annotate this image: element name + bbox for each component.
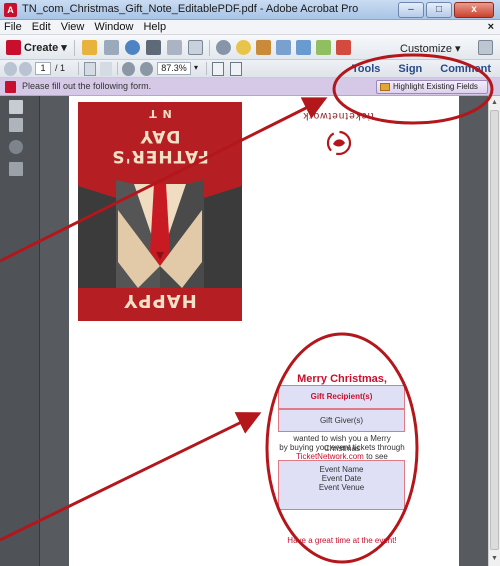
greeting-heading: Merry Christmas, xyxy=(297,373,387,385)
menu-window[interactable]: Window xyxy=(94,21,133,33)
highlight-fields-label: Highlight Existing Fields xyxy=(393,82,478,91)
create-icon xyxy=(6,40,21,55)
minimize-button[interactable]: – xyxy=(398,2,424,18)
help-icon[interactable] xyxy=(336,40,351,55)
closing-message: Have a great time at the event! xyxy=(287,536,397,545)
acrobat-icon: A xyxy=(4,3,17,17)
create-button[interactable]: Create ▾ xyxy=(24,41,67,58)
window-title: TN_com_Christmas_Gift_Note_EditablePDF.p… xyxy=(22,3,359,15)
highlight-fields-icon xyxy=(380,83,390,91)
tab-sign[interactable]: Sign xyxy=(398,63,422,75)
form-bar: Please fill out the following form. High… xyxy=(0,78,500,96)
zoom-out-icon[interactable] xyxy=(122,62,135,76)
page-total: / 1 xyxy=(55,63,66,73)
event-details-field[interactable]: Event Name Event Date Event Venue xyxy=(278,460,405,510)
menu-view[interactable]: View xyxy=(61,21,85,33)
tab-comment[interactable]: Comment xyxy=(440,63,491,75)
ticketnetwork-logo-icon xyxy=(326,130,352,156)
menu-edit[interactable]: Edit xyxy=(32,21,51,33)
form-message: Please fill out the following form. xyxy=(22,81,152,91)
settings-icon[interactable] xyxy=(216,40,231,55)
ticketnetwork-logo-text: ticketnetwork xyxy=(302,110,374,121)
full-screen-icon[interactable] xyxy=(230,62,242,76)
event-name-text: Event Name xyxy=(319,465,364,474)
page-number-input[interactable]: 1 xyxy=(35,62,51,75)
select-tool-icon[interactable] xyxy=(84,62,96,76)
menu-bar: File Edit View Window Help × xyxy=(0,20,500,35)
open-folder-icon[interactable] xyxy=(82,40,97,55)
edit-icon[interactable] xyxy=(167,40,182,55)
save-icon[interactable] xyxy=(104,40,119,55)
scroll-up-icon[interactable]: ▲ xyxy=(489,97,500,108)
customize-label: Customize xyxy=(400,43,452,55)
attach-icon[interactable] xyxy=(276,40,291,55)
close-button[interactable]: x xyxy=(454,2,494,18)
highlight-fields-button[interactable]: Highlight Existing Fields xyxy=(376,80,488,94)
zoom-in-icon[interactable] xyxy=(140,62,153,76)
zoom-dropdown-icon[interactable]: ▾ xyxy=(194,63,198,77)
hand-tool-icon[interactable] xyxy=(100,62,112,76)
scroll-thumb[interactable] xyxy=(490,110,499,550)
form-icon xyxy=(5,81,16,93)
upload-cloud-icon[interactable] xyxy=(125,40,140,55)
scroll-down-icon[interactable]: ▼ xyxy=(489,553,500,564)
tab-tools[interactable]: Tools xyxy=(352,63,381,75)
card-text-fathers: FATHER'S xyxy=(111,146,209,166)
create-label: Create xyxy=(24,42,59,54)
navigation-pane xyxy=(0,96,40,566)
event-venue-text: Event Venue xyxy=(318,483,365,492)
email-icon[interactable] xyxy=(188,40,203,55)
menu-file[interactable]: File xyxy=(4,21,22,33)
print-icon[interactable] xyxy=(146,40,161,55)
close-document-icon[interactable]: × xyxy=(488,21,494,33)
card-text-day: DAY xyxy=(139,126,181,146)
comment-icon[interactable] xyxy=(236,40,251,55)
card-text-happy: HAPPY xyxy=(123,290,197,311)
main-toolbar: Create ▾ Customize ▾ xyxy=(0,35,500,60)
export-icon[interactable] xyxy=(316,40,331,55)
attachments-icon[interactable] xyxy=(9,140,23,154)
maximize-button[interactable]: □ xyxy=(426,2,452,18)
bookmarks-icon[interactable] xyxy=(9,118,23,132)
title-bar: A TN_com_Christmas_Gift_Note_EditablePDF… xyxy=(0,0,500,20)
event-date-text: Event Date xyxy=(321,474,362,483)
card-text-logo: N T xyxy=(148,107,172,120)
gift-giver-field[interactable]: Gift Giver(s) xyxy=(278,409,405,432)
previous-page-icon[interactable] xyxy=(4,62,17,76)
navigation-toolbar: 1 / 1 87.3% ▾ Tools Sign Comment xyxy=(0,60,500,78)
page-icon[interactable] xyxy=(296,40,311,55)
next-page-icon[interactable] xyxy=(19,62,32,76)
expand-icon[interactable] xyxy=(478,40,493,55)
page-thumbnails-icon[interactable] xyxy=(9,100,23,114)
vertical-scrollbar[interactable]: ▲ ▼ xyxy=(488,96,500,566)
gift-recipient-field[interactable]: Gift Recipient(s) xyxy=(278,385,405,409)
customize-button[interactable]: Customize ▾ xyxy=(400,42,461,59)
fit-page-icon[interactable] xyxy=(212,62,224,76)
zoom-level-input[interactable]: 87.3% xyxy=(157,62,191,75)
signatures-icon[interactable] xyxy=(9,162,23,176)
card-image: N T DAY FATHER'S HAPPY xyxy=(78,102,242,321)
menu-help[interactable]: Help xyxy=(143,21,166,33)
highlight-tool-icon[interactable] xyxy=(256,40,271,55)
